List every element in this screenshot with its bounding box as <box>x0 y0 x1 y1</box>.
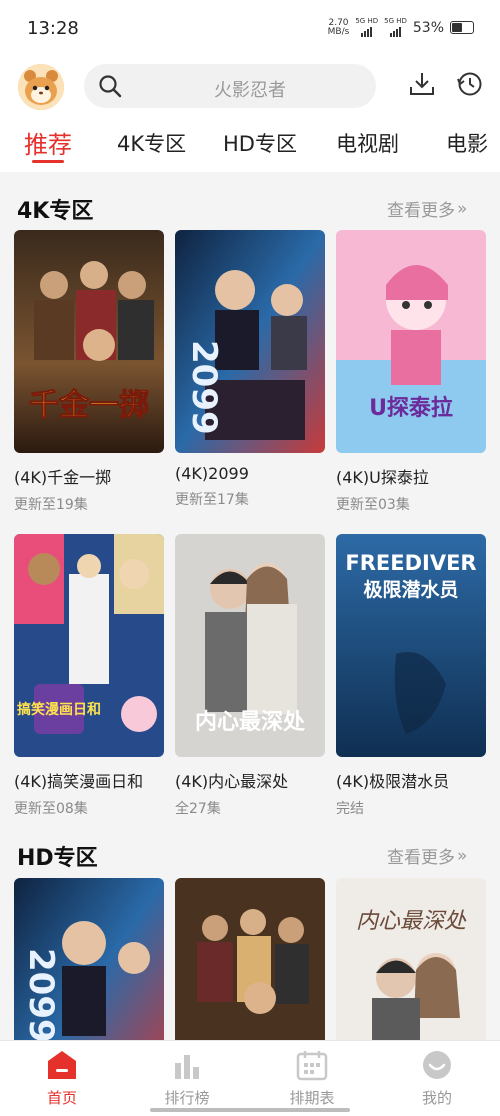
home-icon <box>48 1051 76 1079</box>
video-status: 更新至03集 <box>336 497 410 513</box>
network-speed: 2.70 MB/s <box>327 18 350 37</box>
status-right: 2.70 MB/s 5G HD 5G HD 53% <box>328 18 474 37</box>
nav-label: 排期表 <box>289 1089 335 1107</box>
video-card[interactable]: FREEDIVER 极限潜水员 (4K)极限潜水员 完结 <box>336 534 486 818</box>
nav-label: 排行榜 <box>164 1089 210 1107</box>
video-title: (4K)2099 <box>175 464 249 483</box>
svg-text:FREEDIVER: FREEDIVER <box>345 551 476 575</box>
avatar-hamster-icon[interactable] <box>18 64 64 110</box>
svg-text:搞笑漫画日和: 搞笑漫画日和 <box>17 701 101 718</box>
status-time: 13:28 <box>27 18 79 39</box>
tab-recommend[interactable]: 推荐 <box>24 125 72 163</box>
section-title-4k: 4K专区 <box>17 199 94 224</box>
history-clock-icon[interactable] <box>456 70 484 98</box>
nav-ranking[interactable]: 排行榜 <box>137 1049 237 1108</box>
status-bar: 13:28 2.70 MB/s 5G HD 5G HD 53% <box>0 0 500 58</box>
top-header: 火影忍者 <box>0 58 500 120</box>
video-card[interactable]: 内心最深处 (4K)内心最深处 全27集 <box>175 534 325 818</box>
video-status: 更新至08集 <box>14 801 88 817</box>
video-title: (4K)U探泰拉 <box>336 468 429 487</box>
tab-hd[interactable]: HD专区 <box>223 128 297 158</box>
signal-b-label: 5G HD <box>384 17 407 25</box>
home-indicator[interactable] <box>150 1108 350 1112</box>
video-status: 全27集 <box>175 801 221 817</box>
svg-text:2099: 2099 <box>184 340 224 435</box>
signal-bars-icon <box>361 25 373 37</box>
signal-a-label: 5G HD <box>355 17 379 25</box>
video-title: (4K)搞笑漫画日和 <box>14 772 144 791</box>
video-status: 更新至19集 <box>14 497 88 513</box>
nav-schedule[interactable]: 排期表 <box>262 1049 362 1108</box>
video-status: 更新至17集 <box>175 492 249 508</box>
video-title: (4K)内心最深处 <box>175 772 289 791</box>
see-more-4k[interactable]: 查看更多 » <box>387 196 468 222</box>
svg-text:极限潜水员: 极限潜水员 <box>363 578 458 601</box>
video-card[interactable]: 搞笑漫画日和 (4K)搞笑漫画日和 更新至08集 <box>14 534 164 818</box>
svg-text:U探泰拉: U探泰拉 <box>369 395 453 421</box>
download-icon[interactable] <box>408 70 436 98</box>
nav-profile[interactable]: 我的 <box>387 1049 487 1108</box>
poster-image: FREEDIVER 极限潜水员 <box>336 534 486 757</box>
section-title-hd: HD专区 <box>17 846 98 871</box>
signal-a: 5G HD <box>355 18 378 37</box>
ranking-icon <box>175 1055 199 1079</box>
speed-unit: MB/s <box>327 26 350 37</box>
see-more-hd[interactable]: 查看更多 » <box>387 843 468 869</box>
nav-label: 首页 <box>46 1089 77 1107</box>
video-title: (4K)极限潜水员 <box>336 772 450 791</box>
bottom-nav: 首页 排行榜 排期表 我的 <box>0 1040 500 1116</box>
signal-bars-icon <box>389 25 401 37</box>
poster-image: 2099 <box>175 230 325 453</box>
svg-text:千金一掷: 千金一掷 <box>29 388 149 423</box>
video-card[interactable]: U探泰拉 (4K)U探泰拉 更新至03集 <box>336 230 486 514</box>
profile-icon <box>423 1051 451 1079</box>
nav-home[interactable]: 首页 <box>12 1049 112 1108</box>
video-card[interactable]: 千金一掷 (4K)千金一掷 更新至19集 <box>14 230 164 514</box>
see-more-label: 查看更多 <box>387 848 455 868</box>
video-title: (4K)千金一掷 <box>14 468 112 487</box>
calendar-icon <box>296 1051 328 1081</box>
double-chevron-right-icon: » <box>457 845 468 866</box>
battery-icon <box>450 21 474 34</box>
video-card[interactable]: 2099 (4K)2099 更新至17集 <box>175 230 325 509</box>
svg-text:内心最深处: 内心最深处 <box>195 709 305 735</box>
poster-image: 千金一掷 <box>14 230 164 453</box>
tab-4k[interactable]: 4K专区 <box>117 128 186 158</box>
poster-image: U探泰拉 <box>336 230 486 453</box>
tab-movies[interactable]: 电影 <box>446 128 488 158</box>
tab-tv-series[interactable]: 电视剧 <box>336 128 399 158</box>
svg-text:2099: 2099 <box>21 948 61 1043</box>
signal-b: 5G HD <box>384 18 407 37</box>
poster-image: 内心最深处 <box>175 534 325 757</box>
battery-percent: 53% <box>412 19 444 36</box>
svg-text:内心最深处: 内心最深处 <box>356 909 467 934</box>
see-more-label: 查看更多 <box>387 201 455 221</box>
double-chevron-right-icon: » <box>457 198 468 219</box>
search-placeholder: 火影忍者 <box>214 80 286 101</box>
nav-label: 我的 <box>421 1089 452 1107</box>
video-status: 完结 <box>336 801 364 817</box>
category-tabs: 推荐 4K专区 HD专区 电视剧 电影 <box>0 120 500 172</box>
search-bar[interactable]: 火影忍者 <box>84 64 376 108</box>
poster-image: 搞笑漫画日和 <box>14 534 164 757</box>
